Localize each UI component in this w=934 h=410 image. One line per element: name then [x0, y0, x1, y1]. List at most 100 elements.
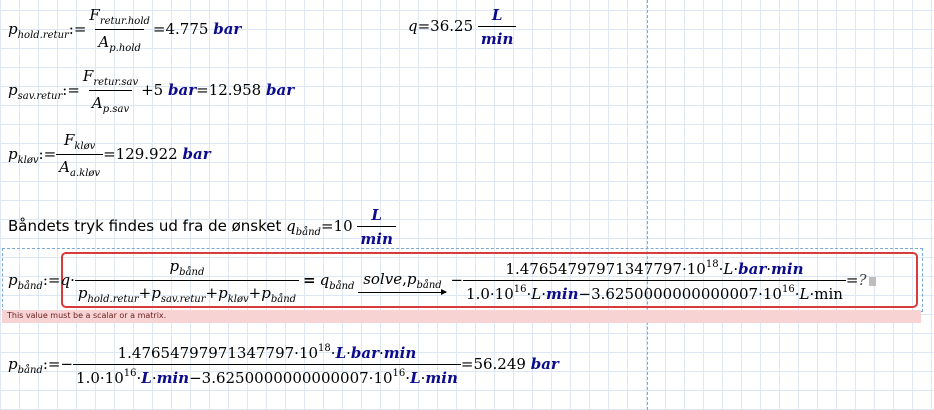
coefficient: 1.0 — [466, 285, 490, 303]
result-value: =12.958 — [196, 81, 262, 99]
inline-equation-q-band: qbånd=10 Lmin — [286, 206, 396, 248]
solve-arrow: solve,pbånd — [358, 269, 448, 295]
result-value: =4.775 — [152, 20, 209, 38]
var-L: L — [531, 285, 542, 303]
numerator-subscript: bånd — [179, 267, 205, 278]
var-q: q — [60, 271, 71, 289]
var-q: q — [408, 17, 418, 35]
var-p: p — [8, 271, 18, 289]
var-p: p — [8, 145, 18, 163]
unit-denominator: min — [477, 26, 517, 48]
unit-fraction: Lmin — [357, 206, 396, 248]
unit-L: L — [335, 344, 347, 362]
den-subscript: sav.retur — [160, 294, 206, 305]
den-term: p — [77, 284, 88, 302]
evaluate-equals: = — [845, 271, 859, 289]
base: 10 — [104, 369, 124, 387]
unit-label: bar — [265, 81, 295, 99]
unit-min: min — [425, 369, 458, 387]
error-message-text: This value must be a scalar or a matrix. — [7, 311, 167, 320]
var-p: p — [8, 81, 18, 99]
equation-p-klov[interactable]: pkløv:= Fkløv Aa.kløv =129.922 bar — [8, 131, 211, 179]
base: 10 — [686, 260, 706, 278]
denominator-subscript: p.sav — [102, 104, 130, 115]
denominator-subscript: a.kløv — [70, 168, 101, 179]
unit-bar: bar — [738, 260, 767, 278]
fraction: Fkløv Aa.kløv — [56, 131, 104, 179]
var-subscript: bånd — [17, 281, 43, 292]
numerator-var: F — [63, 131, 75, 149]
den-term: p — [261, 284, 271, 302]
coefficient: 1.0 — [76, 369, 100, 387]
plus-term: +5 — [141, 81, 164, 99]
unit-numerator: L — [491, 6, 503, 24]
var-subscript: hold.retur — [17, 30, 69, 41]
text-label: Båndets tryk findes ud fra de ønsket — [8, 217, 282, 235]
assign-operator: := — [62, 81, 80, 99]
mantissa: 1.47654797971347797 — [505, 260, 682, 278]
exponent: 16 — [781, 284, 795, 295]
var-subscript: sav.retur — [17, 91, 63, 102]
var-subscript: kløv — [17, 155, 39, 166]
denominator-var: A — [98, 33, 110, 51]
numerator-var: F — [82, 67, 94, 85]
solve-fraction: pbånd phold.retur+psav.retur+pkløv+pbånd — [74, 257, 300, 305]
unit-L: L — [141, 369, 152, 387]
denominator-var: A — [91, 94, 103, 112]
numerator-subscript: retur.sav — [93, 77, 139, 88]
coefficient: −3.6250000000000007 — [189, 369, 369, 387]
base: 10 — [494, 285, 514, 303]
var-p: p — [8, 355, 18, 373]
plus-operator: + — [248, 284, 262, 302]
unit-bar: bar — [350, 344, 380, 362]
plus-operator: + — [138, 284, 152, 302]
denominator-subscript: p.hold — [109, 43, 141, 54]
resize-handle[interactable] — [868, 276, 876, 286]
var-p: p — [8, 20, 18, 38]
numerator-subscript: retur.hold — [99, 16, 150, 27]
assign-operator: := — [38, 145, 57, 163]
equation-p-hold-retur[interactable]: phold.retur:= Fretur.hold Ap.hold =4.775 ba… — [8, 6, 241, 54]
equation-p-sav-retur[interactable]: psav.retur:= Fretur.sav Ap.sav +5 bar=12.95… — [8, 67, 294, 115]
var-L: L — [799, 285, 810, 303]
var-subscript: bånd — [329, 281, 355, 292]
minus-operator: − — [60, 355, 74, 373]
numerator-subscript: kløv — [74, 141, 96, 152]
numerator-var: p — [169, 257, 180, 275]
unit-min: min — [771, 260, 804, 278]
exponent: 16 — [123, 368, 137, 379]
text-region-band[interactable]: Båndets tryk findes ud fra de ønsket qbå… — [8, 206, 396, 248]
result-fraction: 1.47654797971347797·1018·L·bar·min 1.0·10… — [463, 259, 846, 303]
equation-q[interactable]: q=36.25 Lmin — [408, 6, 517, 48]
exponent: 16 — [513, 284, 527, 295]
plus-operator: + — [205, 284, 219, 302]
keyword-var-subscript: bånd — [416, 279, 442, 291]
var-L: L — [723, 260, 734, 278]
den-term: p — [151, 284, 161, 302]
result-value: =36.25 — [417, 17, 474, 35]
assign-operator: := — [68, 20, 87, 38]
solve-keyword: solve — [363, 269, 403, 288]
unit-min: min — [156, 369, 190, 387]
unit-numerator: L — [371, 206, 382, 224]
unit-denominator: min — [357, 226, 396, 248]
equation-final-p-band[interactable]: pbånd:=− 1.47654797971347797·1018·L·bar·m… — [8, 343, 559, 387]
unit-L: L — [410, 369, 421, 387]
exponent: 18 — [705, 259, 719, 270]
base: 10 — [298, 344, 319, 362]
unit-label: bar — [182, 145, 211, 163]
fraction: Fretur.hold Ap.hold — [86, 6, 153, 54]
var-q: q — [286, 217, 296, 235]
unit-min: min — [546, 285, 579, 303]
var-min: min — [814, 285, 843, 303]
den-subscript: kløv — [227, 294, 249, 305]
unit-min: min — [383, 344, 417, 362]
assign-operator: := — [42, 271, 61, 289]
unit-fraction: Lmin — [477, 6, 517, 48]
numerator-var: F — [89, 6, 100, 24]
minus-operator: − — [450, 271, 464, 289]
unit-label: bar — [530, 355, 559, 373]
result-value: =56.249 — [460, 355, 526, 373]
fraction: 1.47654797971347797·1018·L·bar·min 1.0·10… — [73, 343, 461, 387]
equation-solve-p-band[interactable]: pbånd:=q· pbånd phold.retur+psav.retur+pkl… — [8, 257, 876, 305]
